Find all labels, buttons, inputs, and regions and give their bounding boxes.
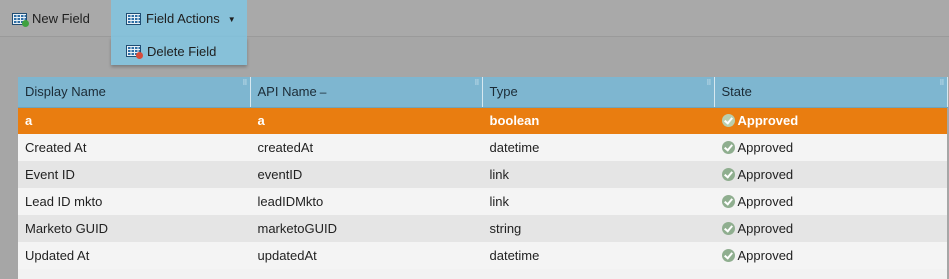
type-cell: string <box>482 215 714 242</box>
type-cell: link <box>482 161 714 188</box>
field-actions-button[interactable]: Field Actions ▼ <box>111 0 247 37</box>
delete-field-label: Delete Field <box>147 43 217 59</box>
state-label: Approved <box>737 221 794 236</box>
table-row[interactable]: Marketo GUID marketoGUID string Approved <box>18 215 947 242</box>
delete-field-menu-item[interactable]: Delete Field <box>111 37 247 65</box>
column-header-state[interactable]: State ⠿ <box>714 77 948 108</box>
check-circle-icon <box>721 114 735 128</box>
check-circle-icon <box>721 249 735 262</box>
state-cell: Approved <box>714 107 947 134</box>
column-header-display-name[interactable]: Display Name ⠿ <box>18 77 251 108</box>
column-menu-icon[interactable]: ⠿ <box>242 79 247 87</box>
display-name-cell: Lead ID mkto <box>18 188 250 215</box>
table-row[interactable]: Event ID eventID link Approved <box>18 161 947 188</box>
state-cell: Approved <box>714 242 947 269</box>
api-name-cell: leadIDMkto <box>250 188 482 215</box>
fields-table: Display Name ⠿ API Name – ⠿ Type ⠿ State ⠿ aa… <box>18 77 948 269</box>
sort-indicator-icon: – <box>319 85 327 100</box>
state-label: Approved <box>737 113 799 129</box>
grid-icon <box>126 12 141 25</box>
state-cell: Approved <box>714 215 947 242</box>
new-field-label: New Field <box>32 11 90 26</box>
check-circle-icon <box>721 195 735 208</box>
check-circle-icon <box>721 141 735 154</box>
column-menu-icon[interactable]: ⠿ <box>939 79 944 87</box>
api-name-cell: createdAt <box>250 134 482 161</box>
state-cell: Approved <box>714 188 947 215</box>
fields-grid: Display Name ⠿ API Name – ⠿ Type ⠿ State ⠿ aa… <box>18 77 948 279</box>
table-row[interactable]: a a boolean Approved <box>18 107 947 134</box>
check-circle-icon <box>721 222 735 235</box>
type-cell: datetime <box>482 242 714 269</box>
api-name-cell: eventID <box>250 161 482 188</box>
state-label: Approved <box>737 194 794 209</box>
new-field-button[interactable]: New Field <box>12 0 90 37</box>
table-row[interactable]: Updated At updatedAt datetime Approved <box>18 242 947 269</box>
check-circle-icon <box>721 168 735 181</box>
grid-delete-icon <box>126 45 143 59</box>
api-name-cell: updatedAt <box>250 242 482 269</box>
column-menu-icon[interactable]: ⠿ <box>706 79 711 87</box>
column-header-api-name[interactable]: API Name – ⠿ <box>250 77 483 108</box>
field-actions-label: Field Actions <box>146 11 220 26</box>
display-name-cell: Marketo GUID <box>18 215 250 242</box>
type-cell: link <box>482 188 714 215</box>
state-label: Approved <box>737 167 794 182</box>
display-name-cell: a <box>18 107 250 134</box>
state-label: Approved <box>737 140 794 155</box>
grid-add-icon <box>12 12 29 27</box>
display-name-cell: Event ID <box>18 161 250 188</box>
state-cell: Approved <box>714 161 947 188</box>
display-name-cell: Created At <box>18 134 250 161</box>
state-label: Approved <box>737 248 794 263</box>
type-cell: boolean <box>482 107 714 134</box>
api-name-cell: marketoGUID <box>250 215 482 242</box>
state-cell: Approved <box>714 134 947 161</box>
toolbar: New Field Field Actions ▼ <box>0 0 949 37</box>
table-row[interactable]: Lead ID mkto leadIDMkto link Approved <box>18 188 947 215</box>
caret-down-icon: ▼ <box>227 14 236 24</box>
type-cell: datetime <box>482 134 714 161</box>
table-row[interactable]: Created At createdAt datetime Approved <box>18 134 947 161</box>
column-menu-icon[interactable]: ⠿ <box>474 79 479 87</box>
column-header-type[interactable]: Type ⠿ <box>482 77 715 108</box>
display-name-cell: Updated At <box>18 242 250 269</box>
api-name-cell: a <box>250 107 482 134</box>
